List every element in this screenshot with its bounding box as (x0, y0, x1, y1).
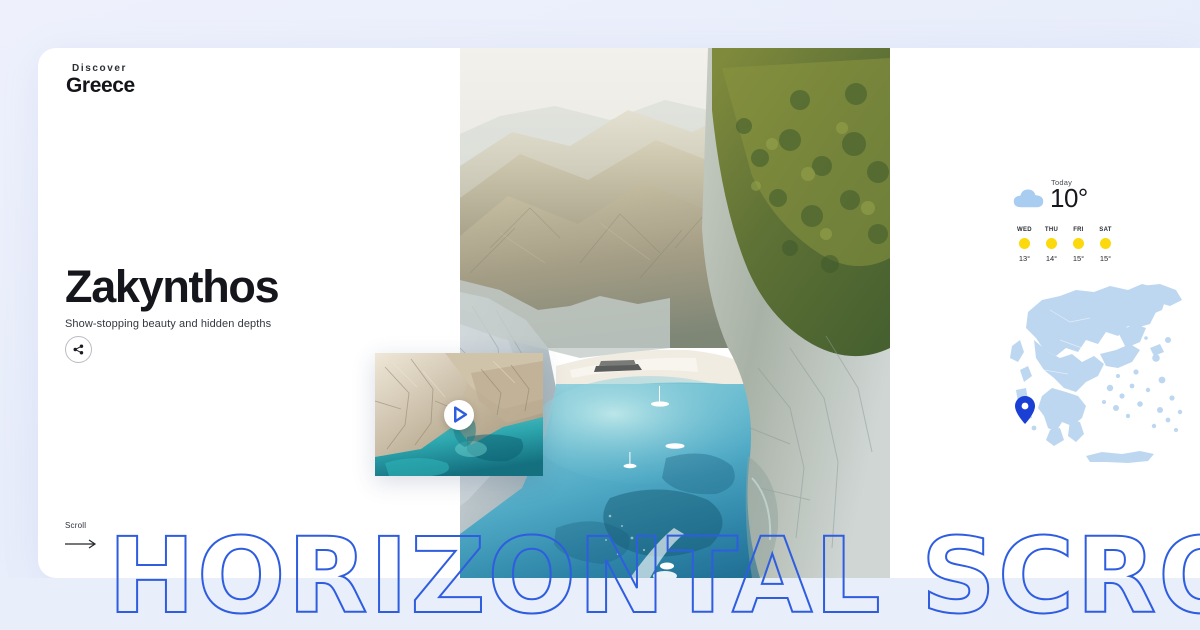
share-button[interactable] (65, 336, 92, 363)
greece-map[interactable] (990, 270, 1200, 475)
map-pin-icon (1015, 396, 1035, 424)
weather-today: Today 10° (1013, 178, 1133, 213)
scroll-label: Scroll (65, 521, 87, 530)
play-icon (454, 406, 468, 423)
greece-map-image (1010, 284, 1183, 463)
share-icon (73, 344, 84, 355)
forecast-day: THU 14° (1038, 227, 1065, 263)
page-title: Zakynthos (65, 261, 280, 312)
forecast-temp: 13° (1018, 254, 1031, 263)
forecast-temp: 15° (1099, 254, 1112, 263)
site-card: Discover Greece Zakynthos Show-stopping … (38, 48, 1200, 578)
hero-text-block: Zakynthos Show-stopping beauty and hidde… (65, 261, 280, 330)
sun-icon (1019, 238, 1030, 249)
scroll-cue[interactable]: Scroll (65, 521, 97, 554)
forecast-day: WED 13° (1011, 227, 1038, 263)
weather-today-temp: 10° (1050, 183, 1088, 213)
forecast-day: SAT 15° (1092, 227, 1119, 263)
weather-forecast-list: WED 13° THU 14° FRI 15° SAT 15° (1011, 227, 1133, 263)
brand-greece: Greece (66, 74, 135, 97)
sun-icon (1046, 238, 1057, 249)
bottom-band (0, 578, 1200, 630)
forecast-day-label: FRI (1073, 227, 1084, 233)
forecast-temp: 15° (1072, 254, 1085, 263)
play-button[interactable] (444, 399, 474, 430)
sun-icon (1100, 238, 1111, 249)
sun-icon (1073, 238, 1084, 249)
cloud-icon (1013, 189, 1044, 208)
brand-logo[interactable]: Discover Greece (66, 62, 135, 97)
forecast-day-label: WED (1017, 227, 1032, 233)
forecast-day: FRI 15° (1065, 227, 1092, 263)
hero-image (460, 48, 890, 578)
arrow-right-icon (65, 539, 97, 549)
video-thumbnail[interactable] (375, 353, 543, 476)
weather-widget: Today 10° WED 13° THU 14° FRI 15° SAT 15… (1013, 178, 1133, 263)
page-subtitle: Show-stopping beauty and hidden depths (65, 318, 272, 330)
forecast-day-label: SAT (1099, 227, 1112, 233)
forecast-temp: 14° (1045, 254, 1058, 263)
forecast-day-label: THU (1044, 227, 1059, 233)
